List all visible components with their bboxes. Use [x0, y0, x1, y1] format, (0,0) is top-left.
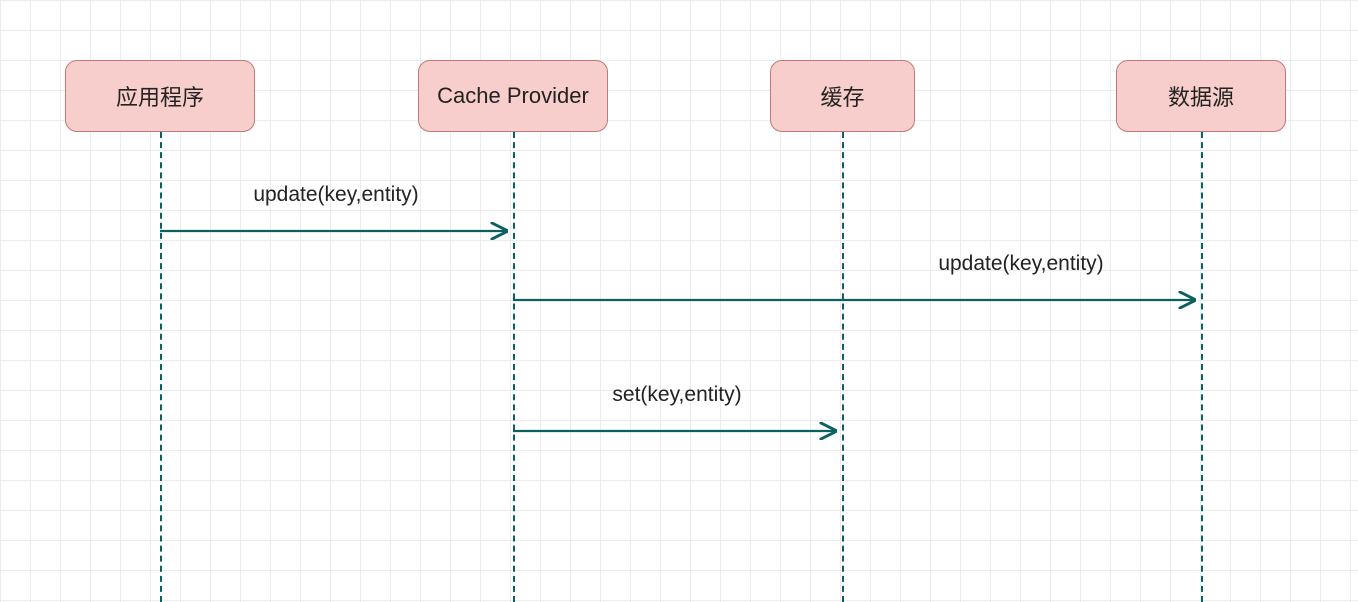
lifeline-provider [513, 132, 515, 602]
participant-cache-label: 缓存 [820, 80, 864, 112]
participant-source: 数据源 [1116, 60, 1286, 132]
participant-app-label: 应用程序 [116, 80, 204, 112]
participant-provider-label: Cache Provider [437, 83, 589, 109]
lifeline-cache [842, 132, 844, 602]
participant-cache: 缓存 [770, 60, 915, 132]
lifeline-source [1201, 132, 1203, 602]
message-label-2: set(key,entity) [612, 383, 741, 407]
message-label-1: update(key,entity) [938, 252, 1103, 276]
participant-provider: Cache Provider [418, 60, 608, 132]
lifeline-app [160, 132, 162, 602]
participant-source-label: 数据源 [1168, 80, 1234, 112]
participant-app: 应用程序 [65, 60, 255, 132]
diagram-canvas: 应用程序 Cache Provider 缓存 数据源 update(key,en… [0, 0, 1358, 602]
message-label-0: update(key,entity) [253, 183, 418, 207]
